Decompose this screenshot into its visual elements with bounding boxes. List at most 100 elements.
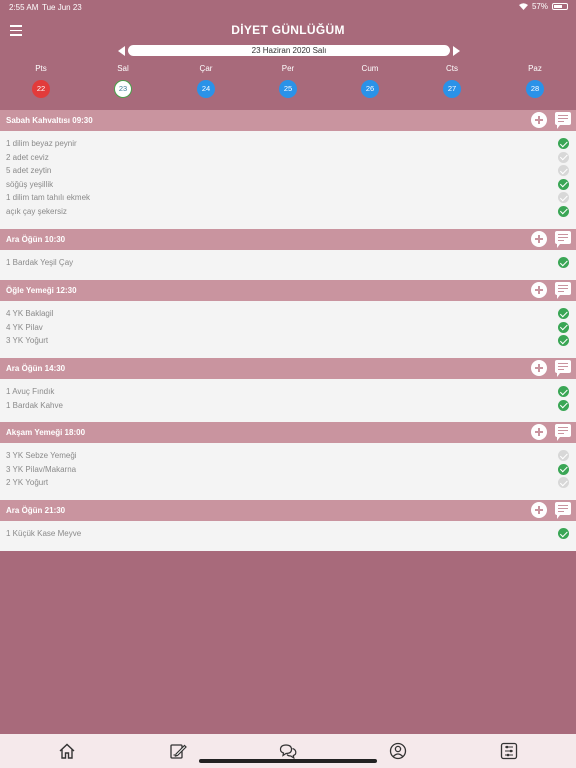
check-icon[interactable] — [558, 399, 569, 411]
add-item-icon[interactable] — [531, 424, 547, 440]
profile-icon[interactable] — [389, 742, 407, 760]
check-icon[interactable] — [558, 386, 569, 397]
day-label: Sal — [117, 64, 129, 73]
week-strip: Pts 22 Sal 23 Çar 24 Per 25 Cum 26 Cts 27 Paz 28 — [0, 64, 576, 104]
item-text: 1 dilim beyaz peynir — [6, 139, 77, 148]
check-icon[interactable] — [558, 205, 569, 217]
day-number[interactable]: 28 — [526, 80, 544, 98]
item-text: 3 YK Yoğurt — [6, 336, 49, 345]
meal-items: 1 dilim beyaz peynir 2 adet ceviz 5 adet z… — [0, 131, 576, 229]
list-item: 3 YK Sebze Yemeği — [0, 449, 576, 462]
meal-items: 4 YK Baklagil 4 YK Pilav 3 YK Yoğurt — [0, 301, 576, 358]
day-2[interactable]: Çar 24 — [186, 64, 226, 98]
item-text: açık çay şekersiz — [6, 206, 67, 216]
check-icon[interactable] — [558, 192, 569, 203]
check-icon[interactable] — [558, 308, 569, 319]
note-icon[interactable] — [555, 231, 571, 248]
check-icon[interactable] — [558, 151, 569, 163]
day-label: Çar — [199, 64, 213, 73]
note-icon[interactable] — [555, 282, 571, 299]
meal-title: Ara Öğün 21:30 — [6, 506, 66, 515]
check-icon[interactable] — [558, 450, 569, 461]
list-item: 5 adet zeytin — [0, 164, 576, 177]
list-item: 1 Bardak Kahve — [0, 399, 576, 412]
item-text: söğüş yeşillik — [6, 179, 54, 189]
home-icon[interactable] — [58, 742, 76, 760]
battery-percent: 57% — [531, 2, 548, 11]
check-icon[interactable] — [558, 138, 569, 149]
day-0[interactable]: Pts 22 — [21, 64, 61, 98]
top-bar: DİYET GÜNLÜĞÜM — [0, 14, 576, 44]
day-number[interactable]: 23 — [114, 80, 132, 98]
day-number[interactable]: 27 — [443, 80, 461, 98]
item-text: 5 adet zeytin — [6, 166, 52, 175]
note-icon[interactable] — [555, 112, 571, 129]
edit-icon[interactable] — [169, 742, 187, 760]
list-item: 1 Bardak Yeşil Çay — [0, 256, 576, 269]
day-5[interactable]: Cts 27 — [432, 64, 472, 98]
day-1[interactable]: Sal 23 — [103, 64, 143, 98]
day-6[interactable]: Paz 28 — [515, 64, 555, 98]
next-day-arrow-icon[interactable] — [453, 46, 460, 56]
add-item-icon[interactable] — [531, 231, 547, 247]
meal-header: Akşam Yemeği 18:00 — [0, 422, 576, 443]
add-item-icon[interactable] — [531, 360, 547, 376]
day-number[interactable]: 25 — [279, 80, 297, 98]
day-label: Cum — [361, 64, 379, 73]
chat-icon[interactable] — [279, 742, 297, 760]
item-text: 1 Bardak Kahve — [6, 400, 63, 410]
meal-title: Ara Öğün 10:30 — [6, 235, 66, 244]
status-time: 2:55 AM — [9, 3, 39, 12]
home-indicator — [199, 759, 377, 763]
item-text: 1 Avuç Fındık — [6, 387, 55, 396]
day-number[interactable]: 24 — [197, 80, 215, 98]
meal-items: 1 Küçük Kase Meyve — [0, 521, 576, 551]
settings-sliders-icon[interactable] — [500, 742, 518, 760]
list-item: 4 YK Baklagil — [0, 307, 576, 320]
current-date[interactable]: 23 Haziran 2020 Salı — [128, 45, 450, 56]
check-icon[interactable] — [558, 165, 569, 176]
meal-items: 1 Avuç Fındık 1 Bardak Kahve — [0, 379, 576, 422]
list-item: 3 YK Pilav/Makarna — [0, 463, 576, 476]
list-item: açık çay şekersiz — [0, 205, 576, 218]
wifi-icon — [518, 3, 528, 10]
meal-items: 1 Bardak Yeşil Çay — [0, 250, 576, 280]
check-icon[interactable] — [558, 528, 569, 539]
note-icon[interactable] — [555, 502, 571, 519]
note-icon[interactable] — [555, 360, 571, 377]
add-item-icon[interactable] — [531, 282, 547, 298]
meal-header: Öğle Yemeği 12:30 — [0, 280, 576, 301]
day-number[interactable]: 22 — [32, 80, 50, 98]
day-4[interactable]: Cum 26 — [350, 64, 390, 98]
previous-day-arrow-icon[interactable] — [118, 46, 125, 56]
meal-title: Sabah Kahvaltısı 09:30 — [6, 116, 93, 125]
meal-header: Ara Öğün 14:30 — [0, 358, 576, 379]
check-icon[interactable] — [558, 463, 569, 475]
page-title: DİYET GÜNLÜĞÜM — [231, 23, 345, 37]
status-bar: 2:55 AM Tue Jun 23 57% — [0, 0, 576, 14]
item-text: 4 YK Baklagil — [6, 309, 54, 318]
check-icon[interactable] — [558, 335, 569, 346]
list-item: 3 YK Yoğurt — [0, 334, 576, 347]
meal-header: Sabah Kahvaltısı 09:30 — [0, 110, 576, 131]
meal-header: Ara Öğün 21:30 — [0, 500, 576, 521]
item-text: 1 dilim tam tahılı ekmek — [6, 193, 91, 202]
note-icon[interactable] — [555, 424, 571, 441]
day-label: Paz — [528, 64, 542, 73]
item-text: 2 adet ceviz — [6, 152, 49, 162]
meal-title: Ara Öğün 14:30 — [6, 364, 66, 373]
add-item-icon[interactable] — [531, 502, 547, 518]
check-icon[interactable] — [558, 178, 569, 190]
day-3[interactable]: Per 25 — [268, 64, 308, 98]
meal-title: Akşam Yemeği 18:00 — [6, 428, 86, 437]
check-icon[interactable] — [558, 321, 569, 333]
item-text: 3 YK Sebze Yemeği — [6, 451, 77, 460]
list-item: 2 YK Yoğurt — [0, 476, 576, 489]
day-label: Cts — [446, 64, 458, 73]
date-navigator: 23 Haziran 2020 Salı — [118, 44, 460, 58]
check-icon[interactable] — [558, 257, 569, 268]
day-number[interactable]: 26 — [361, 80, 379, 98]
check-icon[interactable] — [558, 477, 569, 488]
add-item-icon[interactable] — [531, 112, 547, 128]
list-item: 1 dilim tam tahılı ekmek — [0, 191, 576, 204]
